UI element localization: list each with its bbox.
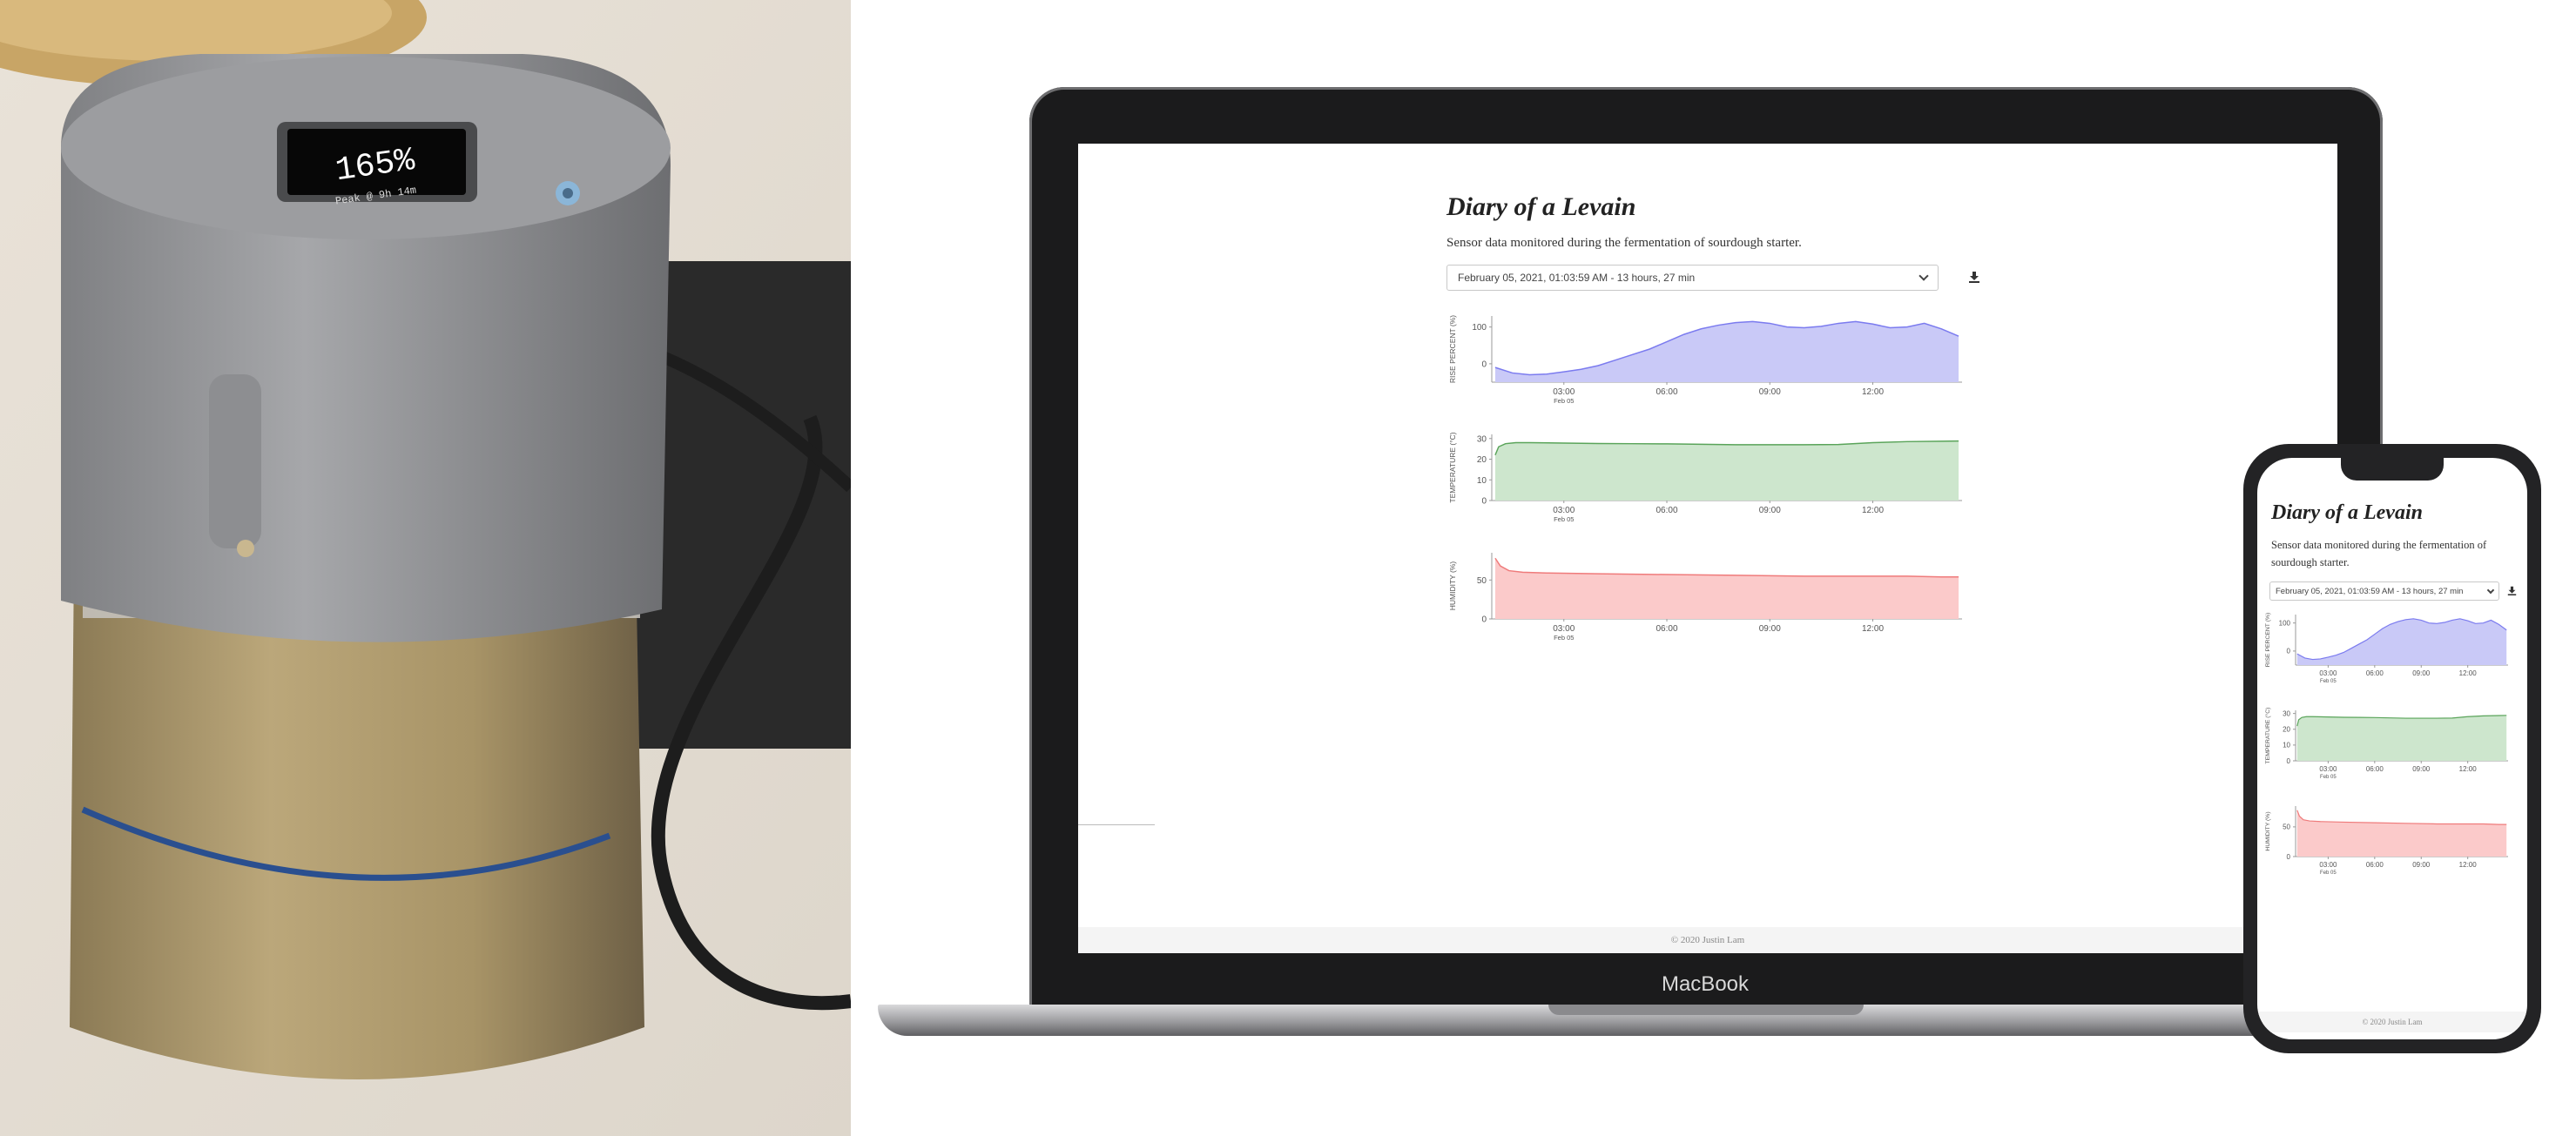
- y-tick-label: 20: [1477, 455, 1487, 465]
- x-tick-label: 06:00: [2366, 669, 2384, 677]
- y-tick-label: 10: [1477, 476, 1487, 486]
- x-tick-sublabel: Feb 05: [2320, 870, 2337, 876]
- page-footer: © 2020 Justin Lam: [2257, 1012, 2527, 1032]
- chart-0: 0 100 RISE PERCENT (%) 03:00 06:00 09:00 12:00…: [1448, 315, 1962, 405]
- laptop-notch: [1548, 1005, 1864, 1015]
- chart-1: 0 10 20 30 TEMPERATURE (°C) 03:00 06:00 09:00 12…: [2264, 708, 2508, 780]
- chevron-down-icon: [2486, 586, 2495, 594]
- y-tick-label: 50: [2283, 823, 2290, 831]
- x-tick-sublabel: Feb 05: [2320, 775, 2337, 780]
- y-tick-label: 0: [1481, 360, 1487, 369]
- y-axis-label: RISE PERCENT (%): [1448, 315, 1457, 383]
- x-tick-label: 06:00: [1656, 624, 1678, 634]
- photo-illustration: 165% Peak @ 9h 14m: [0, 0, 851, 1136]
- x-tick-label: 03:00: [2319, 669, 2337, 677]
- chevron-down-icon: [1919, 271, 1929, 281]
- y-tick-label: 30: [2283, 709, 2290, 717]
- laptop-screen: Diary of a Levain Sensor data monitored …: [1078, 144, 2337, 953]
- x-tick-label: 09:00: [1759, 506, 1781, 515]
- session-select-value: February 05, 2021, 01:03:59 AM - 13 hour…: [1458, 272, 1696, 284]
- series-area: [1494, 321, 1959, 382]
- x-tick-sublabel: Feb 05: [2320, 679, 2337, 684]
- y-axis-label: RISE PERCENT (%): [2265, 613, 2271, 668]
- sensor-charts: 0100RISE PERCENT (%)03:00 06:00 09:00 12:00…: [2264, 613, 2508, 876]
- phone-screen: Diary of a Levain Sensor data monitored …: [2257, 458, 2527, 1039]
- x-tick-label: 06:00: [1656, 387, 1678, 397]
- download-icon[interactable]: [2507, 586, 2517, 595]
- x-tick-label: 09:00: [1759, 387, 1781, 397]
- y-axis-label: TEMPERATURE (°C): [1448, 432, 1457, 502]
- x-tick-label: 06:00: [2366, 765, 2384, 773]
- y-tick-label: 30: [1477, 434, 1487, 444]
- levain-device-photo: 165% Peak @ 9h 14m: [0, 0, 851, 1136]
- y-axis-label: HUMIDITY (%): [1448, 561, 1457, 611]
- chart-2: 0 50 HUMIDITY (%) 03:00 06:00 09:00 12:00 Feb 0…: [1448, 553, 1962, 642]
- x-tick-label: 09:00: [2412, 669, 2431, 677]
- chart-0: 0 100 RISE PERCENT (%) 03:00 06:00 09:00 12:00…: [2265, 613, 2508, 684]
- page-title: Diary of a Levain: [1446, 192, 1636, 221]
- x-tick-label: 12:00: [1862, 387, 1884, 397]
- y-tick-label: 100: [2279, 619, 2291, 627]
- page-subtitle: Sensor data monitored during the ferment…: [2271, 539, 2487, 568]
- x-tick-label: 12:00: [2459, 861, 2478, 869]
- y-axis-label: HUMIDITY (%): [2265, 811, 2271, 850]
- phone-dynamic-island: [2341, 458, 2444, 481]
- session-select-value: February 05, 2021, 01:03:59 AM - 13 hour…: [2276, 586, 2464, 596]
- x-tick-label: 12:00: [1862, 624, 1884, 634]
- x-tick-sublabel: Feb 05: [1554, 515, 1574, 523]
- session-select[interactable]: February 05, 2021, 01:03:59 AM - 13 hour…: [2269, 581, 2499, 601]
- x-tick-label: 09:00: [2412, 765, 2431, 773]
- x-tick-sublabel: Feb 05: [1554, 634, 1574, 642]
- y-tick-label: 50: [1477, 576, 1487, 586]
- y-tick-label: 0: [1481, 615, 1487, 625]
- y-axis-label: TEMPERATURE (°C): [2264, 708, 2271, 764]
- x-tick-label: 09:00: [2412, 861, 2431, 869]
- y-tick-label: 0: [2287, 853, 2291, 861]
- x-tick-label: 03:00: [2319, 861, 2337, 869]
- x-tick-label: 12:00: [2459, 669, 2478, 677]
- y-tick-label: 100: [1472, 323, 1487, 333]
- page-title: Diary of a Levain: [2271, 501, 2423, 524]
- y-tick-label: 20: [2283, 726, 2290, 734]
- y-tick-label: 10: [2283, 742, 2290, 749]
- series-area: [1494, 558, 1959, 619]
- x-tick-label: 06:00: [2366, 861, 2384, 869]
- series-area: [2296, 715, 2507, 761]
- divider: [1078, 824, 1155, 825]
- series-area: [2296, 618, 2507, 665]
- x-tick-label: 09:00: [1759, 624, 1781, 634]
- sensor-charts: 0100RISE PERCENT (%)03:00 06:00 09:00 12:00…: [1448, 315, 1962, 642]
- x-tick-label: 06:00: [1656, 506, 1678, 515]
- x-tick-label: 03:00: [1553, 624, 1575, 634]
- chart-1: 0 10 20 30 TEMPERATURE (°C) 03:00 06:00 09:00 12…: [1448, 432, 1962, 523]
- x-tick-label: 03:00: [1553, 387, 1575, 397]
- x-tick-label: 12:00: [1862, 506, 1884, 515]
- y-tick-label: 0: [2287, 757, 2291, 765]
- x-tick-sublabel: Feb 05: [1554, 397, 1574, 405]
- chart-2: 0 50 HUMIDITY (%) 03:00 06:00 09:00 12:00 Feb 0…: [2265, 806, 2508, 876]
- page-footer: © 2020 Justin Lam: [1078, 927, 2337, 953]
- y-tick-label: 0: [1481, 497, 1487, 507]
- x-tick-label: 12:00: [2459, 765, 2478, 773]
- laptop-brand: MacBook: [1661, 972, 1750, 996]
- download-icon[interactable]: [1968, 271, 1980, 283]
- x-tick-label: 03:00: [2319, 765, 2337, 773]
- series-area: [1494, 440, 1959, 501]
- session-select[interactable]: February 05, 2021, 01:03:59 AM - 13 hour…: [1446, 265, 1939, 291]
- series-area: [2296, 810, 2507, 857]
- y-tick-label: 0: [2287, 648, 2291, 655]
- page-subtitle: Sensor data monitored during the ferment…: [1446, 236, 1802, 250]
- x-tick-label: 03:00: [1553, 506, 1575, 515]
